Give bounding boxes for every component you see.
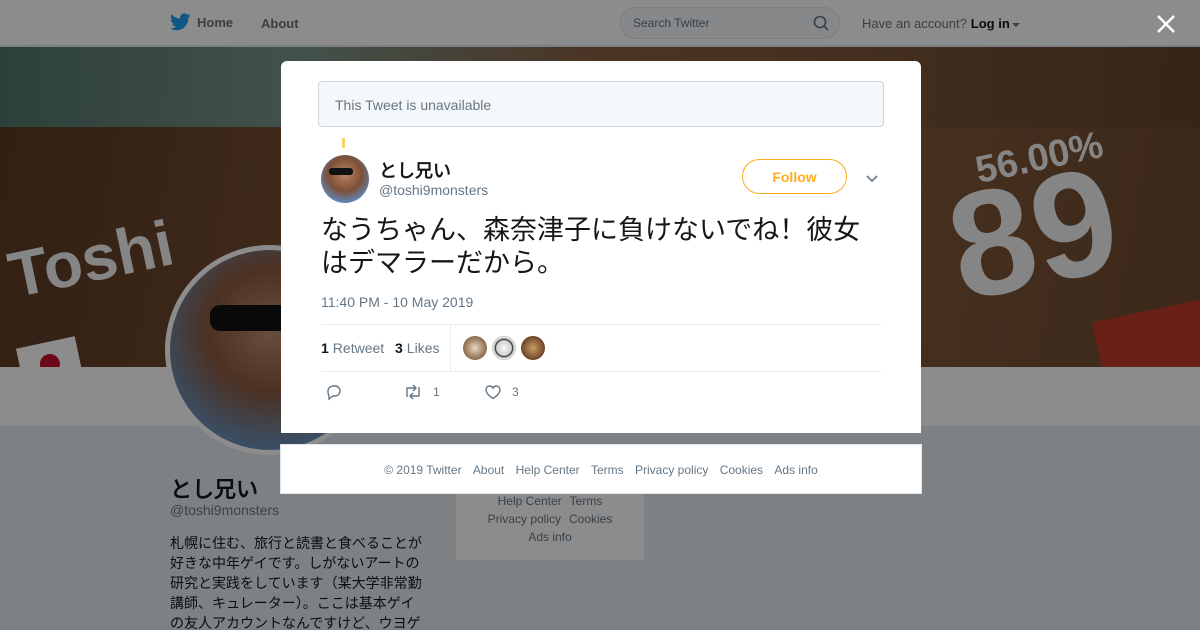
follow-button[interactable]: Follow bbox=[742, 159, 847, 194]
liker-avatar[interactable] bbox=[492, 336, 516, 360]
footer-ads-link[interactable]: Ads info bbox=[774, 463, 817, 477]
tweet-avatar[interactable] bbox=[321, 155, 369, 203]
tweet-author-handle[interactable]: @toshi9monsters bbox=[379, 182, 488, 198]
retweet-stat-label: Retweet bbox=[332, 340, 385, 356]
footer-copyright: © 2019 Twitter bbox=[384, 463, 462, 477]
footer-terms-link[interactable]: Terms bbox=[591, 463, 624, 477]
likes-stat-label: Likes bbox=[406, 340, 440, 356]
footer-help-link[interactable]: Help Center bbox=[516, 463, 580, 477]
retweet-button[interactable]: 1 bbox=[403, 383, 440, 401]
tweet-text: なうちゃん、森奈津子に負けないでね！彼女はデマラーだから。 bbox=[321, 215, 861, 279]
like-button[interactable]: 3 bbox=[484, 383, 519, 401]
tweet-author-name[interactable]: とし兄い bbox=[379, 157, 451, 183]
stats-divider bbox=[450, 325, 451, 372]
retweet-count: 1 bbox=[433, 385, 440, 399]
footer-privacy-link[interactable]: Privacy policy bbox=[635, 463, 708, 477]
tweet-actions: 1 3 bbox=[321, 383, 621, 403]
tweet-stats: 1 Retweet 3 Likes bbox=[321, 324, 881, 372]
modal-footer: © 2019 Twitter About Help Center Terms P… bbox=[280, 444, 922, 494]
chevron-down-icon[interactable] bbox=[865, 171, 879, 185]
likers-avatars bbox=[463, 336, 550, 360]
thread-line bbox=[342, 138, 345, 148]
liker-avatar[interactable] bbox=[521, 336, 545, 360]
footer-about-link[interactable]: About bbox=[473, 463, 504, 477]
likes-stat[interactable]: 3 Likes bbox=[395, 340, 439, 356]
liker-avatar[interactable] bbox=[463, 336, 487, 360]
footer-cookies-link[interactable]: Cookies bbox=[720, 463, 763, 477]
reply-icon bbox=[327, 385, 341, 401]
sunglasses-shape bbox=[329, 168, 353, 175]
likes-stat-count: 3 bbox=[395, 340, 403, 356]
retweet-stat[interactable]: 1 Retweet bbox=[321, 340, 384, 356]
tweet-timestamp[interactable]: 11:40 PM - 10 May 2019 bbox=[321, 294, 473, 310]
retweet-stat-count: 1 bbox=[321, 340, 329, 356]
unavailable-notice: This Tweet is unavailable bbox=[318, 81, 884, 127]
reply-button[interactable] bbox=[325, 383, 353, 401]
close-icon[interactable] bbox=[1154, 12, 1178, 36]
tweet-modal: This Tweet is unavailable とし兄い @toshi9mo… bbox=[281, 61, 921, 433]
like-count: 3 bbox=[512, 385, 519, 399]
retweet-icon bbox=[406, 384, 420, 400]
heart-icon bbox=[485, 385, 501, 400]
